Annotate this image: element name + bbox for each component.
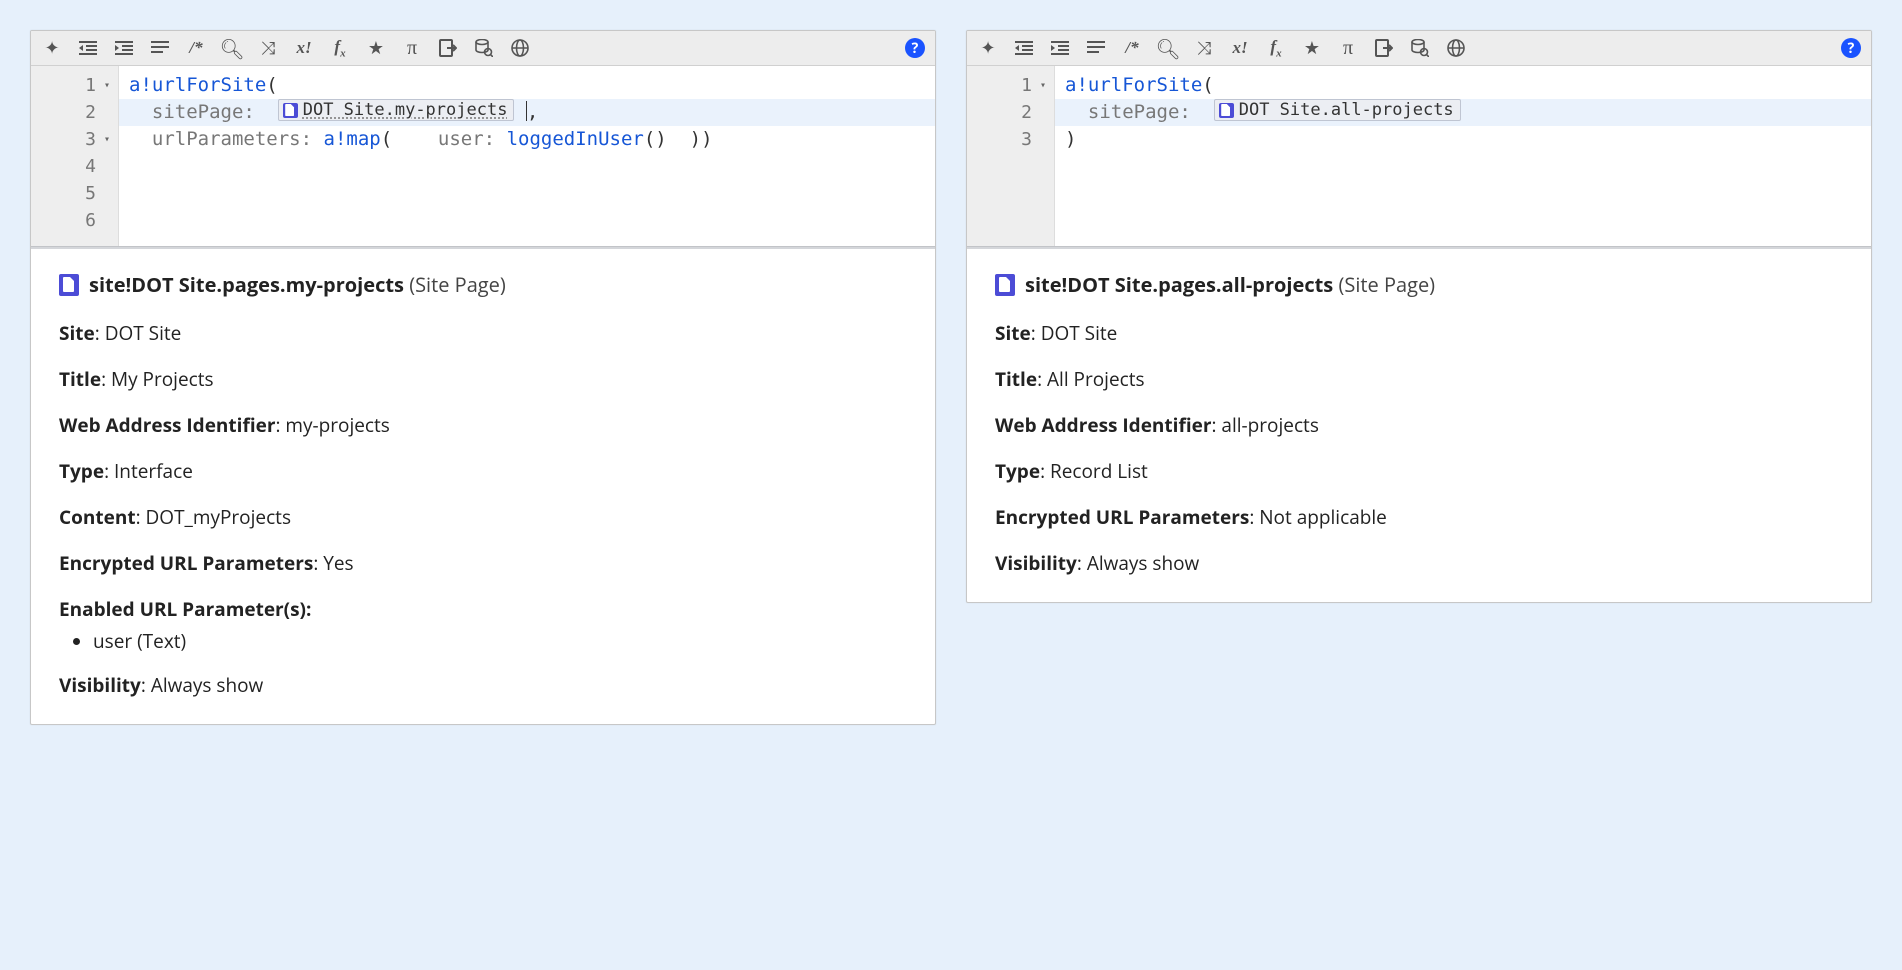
code-line[interactable]: ) xyxy=(701,128,712,150)
expression-panel: ✦ /* 🔍︎ ⤨ x! fx ★ π? 1▾2 3▾4 5 6 a!urlForSite( s… xyxy=(30,30,936,725)
globe-icon[interactable] xyxy=(1445,37,1467,59)
info-row: Web Address Identifier: my-projects xyxy=(59,412,907,438)
code-editor[interactable]: 1▾2 3▾4 5 6 a!urlForSite( sitePage: DOT … xyxy=(31,66,935,246)
info-value: All Projects xyxy=(1047,366,1145,392)
expression-panel: ✦ /* 🔍︎ ⤨ x! fx ★ π? 1▾2 3 a!urlForSite( sitePag… xyxy=(966,30,1872,603)
info-title-main: site!DOT Site.pages.my-projects xyxy=(89,271,404,298)
info-title: site!DOT Site.pages.all-projects (Site P… xyxy=(995,271,1843,298)
outdent-icon[interactable] xyxy=(1013,37,1035,59)
param-list: user (Text) xyxy=(93,628,907,654)
info-title: site!DOT Site.pages.my-projects (Site Pa… xyxy=(59,271,907,298)
indent-icon[interactable] xyxy=(113,37,135,59)
code-line[interactable]: ) xyxy=(1065,128,1076,150)
line-gutter: 1▾2 3 xyxy=(967,66,1055,246)
info-row: Visibility: Always show xyxy=(995,550,1843,576)
comment-icon[interactable]: /* xyxy=(185,37,207,59)
document-icon xyxy=(995,274,1015,296)
chip-label: DOT Site.my-projects xyxy=(303,97,508,124)
site-page-chip[interactable]: DOT Site.my-projects xyxy=(278,99,515,121)
code-line[interactable]: user: loggedInUser() xyxy=(392,128,667,150)
help-icon[interactable]: ? xyxy=(1841,38,1861,58)
info-row: Type: Interface xyxy=(59,458,907,484)
info-title-suffix: (Site Page) xyxy=(409,271,506,298)
outdent-icon[interactable] xyxy=(77,37,99,59)
info-value: Record List xyxy=(1050,458,1148,484)
search-icon[interactable]: 🔍︎ xyxy=(1157,37,1179,59)
info-value: DOT Site xyxy=(105,320,182,346)
chip-label: DOT Site.all-projects xyxy=(1239,97,1454,124)
globe-icon[interactable] xyxy=(509,37,531,59)
dbsearch-icon[interactable] xyxy=(1409,37,1431,59)
star-icon[interactable]: ★ xyxy=(365,37,387,59)
info-row: Site: DOT Site xyxy=(59,320,907,346)
export-icon[interactable] xyxy=(1373,37,1395,59)
search-icon[interactable]: 🔍︎ xyxy=(221,37,243,59)
editor-toolbar: ✦ /* 🔍︎ ⤨ x! fx ★ π? xyxy=(31,31,935,66)
shuffle-icon[interactable]: ⤨ xyxy=(257,37,279,59)
info-value: Yes xyxy=(323,550,353,576)
document-icon xyxy=(283,103,298,118)
site-page-chip[interactable]: DOT Site.all-projects xyxy=(1214,99,1461,121)
code-area[interactable]: a!urlForSite( sitePage: DOT Site.my-proj… xyxy=(119,66,935,246)
code-line[interactable]: ) xyxy=(667,128,701,150)
magic-icon[interactable]: ✦ xyxy=(41,37,63,59)
document-icon xyxy=(59,274,79,296)
info-value: DOT_myProjects xyxy=(146,504,291,530)
info-panel: site!DOT Site.pages.all-projects (Site P… xyxy=(967,249,1871,602)
info-row: Type: Record List xyxy=(995,458,1843,484)
dbsearch-icon[interactable] xyxy=(473,37,495,59)
info-row: Content: DOT_myProjects xyxy=(59,504,907,530)
code-line[interactable]: sitePage: DOT Site.all-projects xyxy=(1055,99,1871,126)
xbang-icon[interactable]: x! xyxy=(293,37,315,59)
star-icon[interactable]: ★ xyxy=(1301,37,1323,59)
line-gutter: 1▾2 3▾4 5 6 xyxy=(31,66,119,246)
info-value: DOT Site xyxy=(1041,320,1118,346)
magic-icon[interactable]: ✦ xyxy=(977,37,999,59)
info-row: Visibility: Always show xyxy=(59,672,907,698)
info-value: Interface xyxy=(114,458,193,484)
pi-icon[interactable]: π xyxy=(401,37,423,59)
info-title-main: site!DOT Site.pages.all-projects xyxy=(1025,271,1333,298)
info-row: Encrypted URL Parameters: Yes xyxy=(59,550,907,576)
info-row: Web Address Identifier: all-projects xyxy=(995,412,1843,438)
code-line[interactable]: a!urlForSite( xyxy=(129,74,278,96)
info-panel: site!DOT Site.pages.my-projects (Site Pa… xyxy=(31,249,935,724)
info-value: Always show xyxy=(151,672,263,698)
comment-icon[interactable]: /* xyxy=(1121,37,1143,59)
document-icon xyxy=(1219,103,1234,118)
editor-toolbar: ✦ /* 🔍︎ ⤨ x! fx ★ π? xyxy=(967,31,1871,66)
xbang-icon[interactable]: x! xyxy=(1229,37,1251,59)
info-row: Title: My Projects xyxy=(59,366,907,392)
param-item: user (Text) xyxy=(93,628,907,654)
indent-icon[interactable] xyxy=(1049,37,1071,59)
pi-icon[interactable]: π xyxy=(1337,37,1359,59)
code-line[interactable]: a!urlForSite( xyxy=(1065,74,1214,96)
info-row: Enabled URL Parameter(s): xyxy=(59,596,907,622)
code-line[interactable]: sitePage: DOT Site.my-projects , xyxy=(119,99,935,126)
info-value: My Projects xyxy=(111,366,214,392)
fx-icon[interactable]: fx xyxy=(1265,37,1287,59)
format-icon[interactable] xyxy=(1085,37,1107,59)
code-area[interactable]: a!urlForSite( sitePage: DOT Site.all-pro… xyxy=(1055,66,1871,246)
code-editor[interactable]: 1▾2 3 a!urlForSite( sitePage: DOT Site.a… xyxy=(967,66,1871,246)
code-line[interactable]: urlParameters: a!map( xyxy=(129,128,392,150)
shuffle-icon[interactable]: ⤨ xyxy=(1193,37,1215,59)
fx-icon[interactable]: fx xyxy=(329,37,351,59)
export-icon[interactable] xyxy=(437,37,459,59)
help-icon[interactable]: ? xyxy=(905,38,925,58)
info-title-suffix: (Site Page) xyxy=(1338,271,1435,298)
info-row: Site: DOT Site xyxy=(995,320,1843,346)
info-value: Not applicable xyxy=(1259,504,1387,530)
info-value: Always show xyxy=(1087,550,1199,576)
format-icon[interactable] xyxy=(149,37,171,59)
info-row: Encrypted URL Parameters: Not applicable xyxy=(995,504,1843,530)
info-value: my-projects xyxy=(285,412,389,438)
info-row: Title: All Projects xyxy=(995,366,1843,392)
info-value: all-projects xyxy=(1221,412,1318,438)
